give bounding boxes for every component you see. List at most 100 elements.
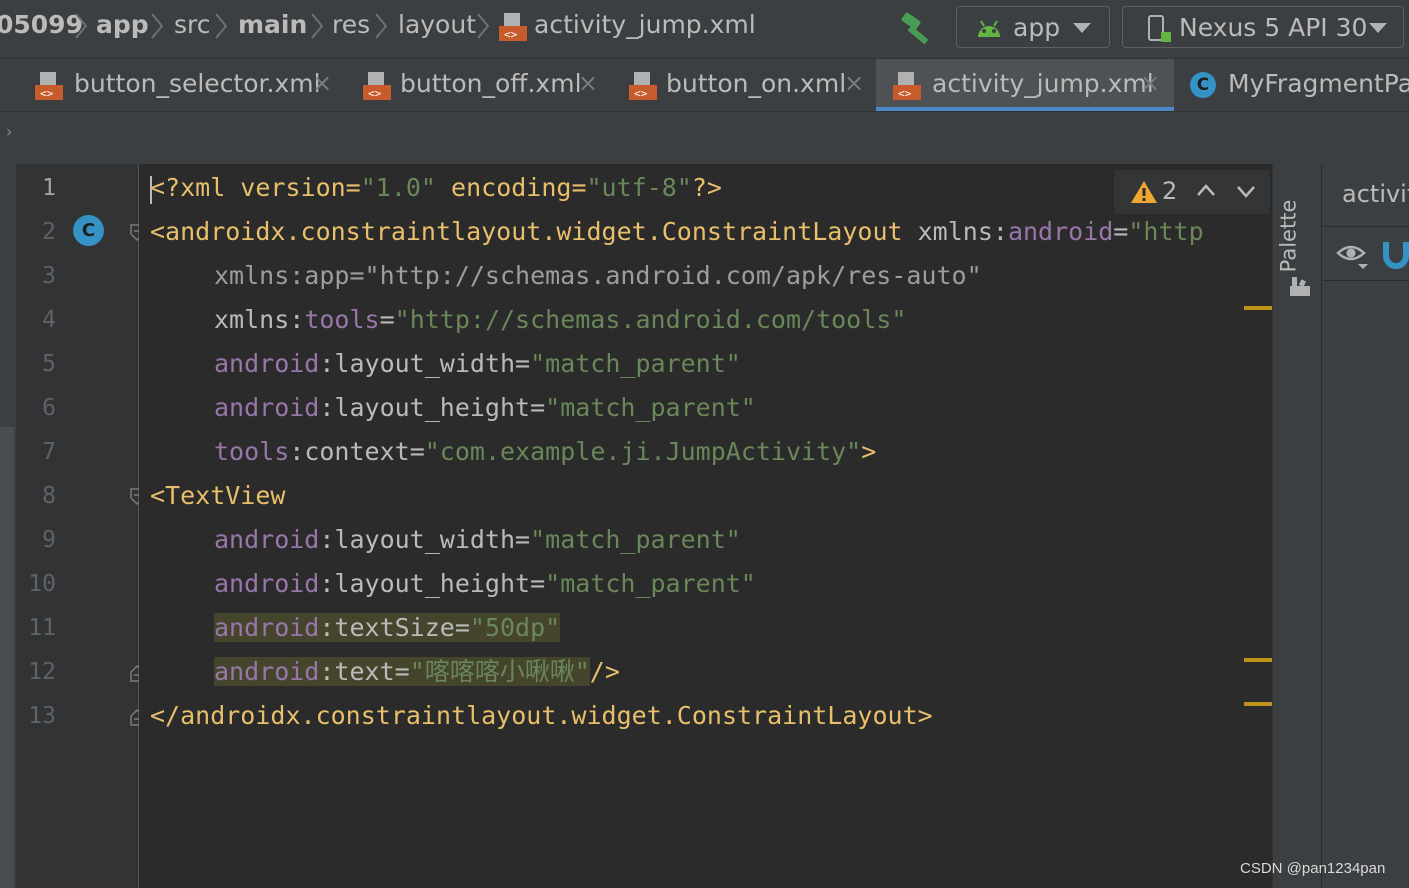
attr-name: :layout_height [319, 569, 531, 598]
code-line-12: android:text="喀喀喀小啾啾"/> [214, 650, 620, 694]
namespace: android [214, 525, 320, 554]
tag-close: > [861, 437, 877, 466]
close-icon[interactable]: × [844, 69, 864, 97]
xml-file-icon: <> [362, 71, 392, 101]
line-number: 9 [42, 527, 56, 553]
class-reference-icon[interactable]: C [73, 215, 104, 246]
warning-stripe-marker[interactable] [1244, 702, 1272, 706]
code-line-11: android:textSize="50dp" [214, 606, 561, 650]
namespace: android [214, 613, 320, 642]
tab-button-on[interactable]: <> button_on.xml × [614, 59, 876, 111]
line-number: 12 [28, 659, 56, 685]
tab-label: button_selector.xml [74, 69, 321, 98]
punctuation: = [515, 349, 531, 378]
chevron-right-icon [374, 12, 388, 40]
text-caret [150, 176, 152, 204]
tab-activity-jump[interactable]: <> activity_jump.xml × [876, 59, 1174, 111]
breadcrumb-app[interactable]: app [96, 10, 149, 39]
xml-file-icon: <> [498, 12, 528, 42]
line-number-gutter: 1 2 3 4 5 6 7 8 9 10 11 12 13 [16, 164, 139, 888]
unused-attribute: xmlns:app="http://schemas.android.com/ap… [214, 261, 982, 290]
code-line-7: tools:context="com.example.ji.JumpActivi… [214, 430, 876, 474]
left-bar-scroll[interactable] [0, 427, 14, 888]
palette-side-tab[interactable]: Palette [1272, 164, 1322, 888]
code-line-3: xmlns:app="http://schemas.android.com/ap… [214, 254, 982, 298]
tab-label: MyFragmentPag [1228, 69, 1409, 98]
attr-value: "match_parent" [545, 393, 756, 422]
punctuation: = [454, 613, 470, 642]
eye-icon[interactable] [1336, 240, 1370, 274]
tag-close: /> [589, 657, 620, 686]
magnet-icon[interactable] [1382, 240, 1409, 274]
punctuation: = [515, 525, 531, 554]
breadcrumb-layout[interactable]: layout [398, 10, 476, 39]
warning-highlight[interactable]: android:textSize="50dp" [214, 613, 561, 642]
code-line-6: android:layout_height="match_parent" [214, 386, 756, 430]
close-icon[interactable]: × [578, 69, 598, 97]
palette-icon [1288, 274, 1312, 302]
namespace: android [214, 393, 320, 422]
namespace: android [214, 657, 320, 686]
xml-declaration: encoding= [435, 173, 587, 202]
svg-text:<>: <> [40, 87, 54, 100]
warning-icon [1130, 180, 1158, 208]
attr-value: "http://schemas.android.com/tools" [394, 305, 907, 334]
chevron-down-icon[interactable] [1236, 184, 1256, 203]
namespace: tools [214, 437, 290, 466]
attr-value: "喀喀喀小啾啾" [409, 657, 590, 686]
line-number: 4 [42, 307, 56, 333]
breadcrumb-res[interactable]: res [332, 10, 370, 39]
close-icon[interactable]: × [1140, 69, 1160, 97]
run-config-selector[interactable]: app [956, 6, 1110, 48]
breadcrumb-file[interactable]: activity_jump.xml [534, 10, 756, 39]
navigation-bar: 05099 app src main res layout <> activit… [0, 0, 1409, 59]
code-editor[interactable]: <?xml version="1.0" encoding="utf-8"?> <… [139, 164, 1272, 888]
attr-name: :text [319, 657, 395, 686]
line-number: 1 [42, 175, 56, 201]
tab-label: activity_jump.xml [932, 69, 1154, 98]
punctuation: = [394, 657, 410, 686]
line-number: 6 [42, 395, 56, 421]
tab-label: button_off.xml [400, 69, 582, 98]
build-hammer-icon[interactable] [898, 10, 936, 46]
code-line-13: </androidx.constraintlayout.widget.Const… [150, 694, 933, 738]
line-number: 11 [28, 615, 56, 641]
attr-value: "com.example.ji.JumpActivity" [424, 437, 862, 466]
punctuation: = [1113, 217, 1129, 246]
breadcrumb-src[interactable]: src [174, 10, 211, 39]
close-icon[interactable]: × [312, 69, 332, 97]
xml-file-icon: <> [628, 71, 658, 101]
breadcrumb-project[interactable]: 05099 [0, 10, 83, 39]
tab-label: button_on.xml [666, 69, 847, 98]
line-number: 5 [42, 351, 56, 377]
tab-button-off[interactable]: <> button_off.xml × [348, 59, 614, 111]
line-number: 7 [42, 439, 56, 465]
android-icon [975, 15, 1003, 45]
tab-my-fragment-pager[interactable]: C MyFragmentPag [1174, 59, 1409, 111]
palette-label: Palette [1276, 199, 1301, 273]
divider [1322, 280, 1409, 281]
chevron-right-icon [150, 12, 164, 40]
attr-name: :context [289, 437, 410, 466]
device-selector[interactable]: Nexus 5 API 30 [1122, 6, 1404, 48]
breadcrumb-main[interactable]: main [238, 10, 307, 39]
tab-button-selector[interactable]: <> button_selector.xml × [22, 59, 348, 111]
code-line-1: <?xml version="1.0" encoding="utf-8"?> [150, 166, 722, 210]
attr-name: :layout_height [319, 393, 531, 422]
line-number: 8 [42, 483, 56, 509]
punctuation: = [379, 305, 395, 334]
warning-stripe-marker[interactable] [1244, 658, 1272, 662]
warning-highlight[interactable]: android:text="喀喀喀小啾啾" [214, 657, 590, 686]
chevron-right-icon[interactable]: › [6, 122, 12, 141]
attr-name: :layout_width [319, 349, 516, 378]
svg-text:<>: <> [368, 87, 382, 100]
code-line-9: android:layout_width="match_parent" [214, 518, 741, 562]
code-line-5: android:layout_width="match_parent" [214, 342, 741, 386]
code-line-2: <androidx.constraintlayout.widget.Constr… [150, 210, 1204, 254]
attr-value: "http [1128, 217, 1204, 246]
device-label: Nexus 5 API 30 [1179, 13, 1368, 42]
layout-design-panel: activit [1321, 164, 1409, 888]
chevron-up-icon[interactable] [1196, 182, 1216, 201]
warning-stripe-marker[interactable] [1244, 306, 1272, 310]
inspection-widget[interactable]: 2 [1114, 170, 1270, 214]
